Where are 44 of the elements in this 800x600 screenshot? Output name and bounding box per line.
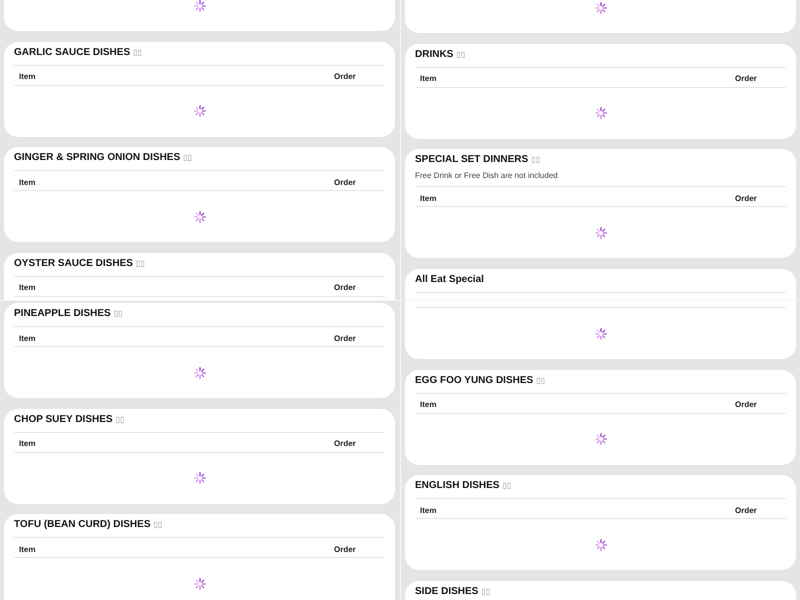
missing-glyphs: ▯▯ [114, 309, 123, 319]
section-title: SIDE DISHES [415, 586, 478, 598]
missing-glyphs: ▯▯ [531, 155, 540, 165]
column-header: Order [334, 72, 356, 81]
column-header: Item [420, 506, 436, 514]
section-title: SPECIAL SET DINNERS [415, 154, 528, 166]
missing-glyphs: ▯▯ [481, 586, 490, 596]
section-title: DRINKS [415, 48, 454, 60]
section-title: GINGER & SPRING ONION DISHES [14, 152, 180, 164]
missing-glyphs: ▯▯ [536, 376, 545, 386]
column-header: Order [334, 178, 356, 186]
column-header: Order [334, 334, 356, 342]
section-title: EGG FOO YUNG DISHES [415, 374, 534, 386]
section-note: Free Drink or Free Dish are not included [415, 171, 558, 181]
column-header: Item [420, 74, 436, 83]
column-header: Item [19, 439, 36, 448]
section-title: GARLIC SAUCE DISHES [14, 46, 130, 58]
section-title: TOFU (BEAN CURD) DISHES [14, 519, 150, 531]
section-title: OYSTER SAUCE DISHES [14, 258, 133, 270]
missing-glyphs: ▯▯ [136, 258, 145, 268]
section-title: PINEAPPLE DISHES [14, 308, 111, 320]
column-header: Order [334, 283, 356, 292]
missing-glyphs: ▯▯ [133, 48, 142, 58]
missing-glyphs: ▯▯ [153, 520, 162, 530]
column-header: Item [19, 72, 36, 81]
column-header: Item [19, 178, 36, 186]
column-header: Order [735, 194, 757, 202]
section-title: ENGLISH DISHES [415, 480, 500, 492]
column-header: Order [735, 506, 757, 514]
column-header: Item [19, 544, 36, 554]
column-header: Order [735, 400, 757, 409]
missing-glyphs: ▯▯ [116, 414, 124, 424]
column-header: Item [420, 400, 436, 409]
column-header: Item [420, 194, 436, 202]
column-header: Order [334, 544, 356, 554]
section-title: CHOP SUEY DISHES [14, 414, 113, 426]
missing-glyphs: ▯▯ [183, 153, 192, 163]
column-header: Order [735, 74, 757, 83]
column-header: Order [334, 439, 356, 448]
column-header: Item [19, 334, 36, 342]
missing-glyphs: ▯▯ [456, 50, 466, 60]
column-header: Item [19, 283, 36, 292]
section-title: All Eat Special [415, 274, 484, 286]
missing-glyphs: ▯▯ [502, 481, 512, 491]
